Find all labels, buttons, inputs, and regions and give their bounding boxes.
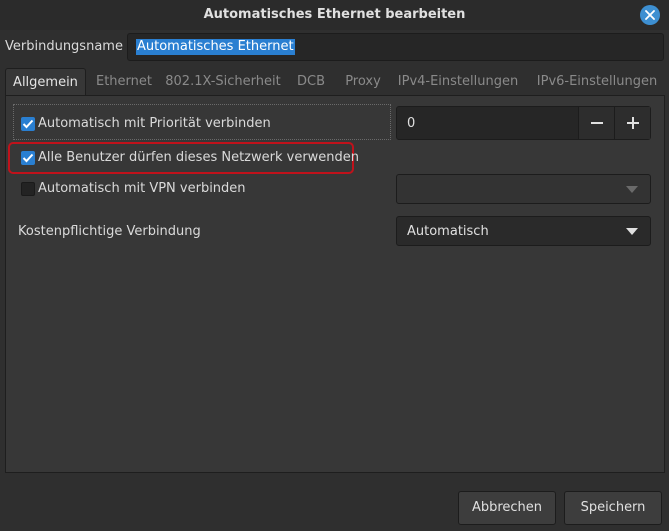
metered-select[interactable]: Automatisch — [396, 216, 651, 246]
tab-ipv6-settings[interactable]: IPv6-Einstellungen — [531, 68, 663, 96]
priority-spinbutton[interactable]: 0 — [396, 106, 651, 140]
vpn-checkbox[interactable] — [21, 182, 35, 196]
cancel-button[interactable]: Abbrechen — [458, 491, 556, 525]
priority-value: 0 — [407, 116, 416, 131]
tab-dcb[interactable]: DCB — [287, 68, 335, 96]
auto-connect-checkbox[interactable] — [21, 117, 35, 131]
window-title: Automatisches Ethernet bearbeiten — [203, 7, 466, 22]
tab-ipv4-settings[interactable]: IPv4-Einstellungen — [393, 68, 523, 96]
connection-name-input[interactable]: Automatisches Ethernet — [127, 33, 664, 61]
checkmark-icon — [22, 153, 34, 163]
tab-allgemein[interactable]: Allgemein — [5, 68, 86, 96]
all-users-checkbox[interactable] — [21, 151, 35, 165]
connection-name-label: Verbindungsname — [5, 39, 123, 54]
minus-icon — [591, 122, 603, 124]
close-button[interactable] — [640, 5, 660, 25]
save-button[interactable]: Speichern — [564, 491, 662, 525]
tab-proxy[interactable]: Proxy — [339, 68, 387, 96]
increment-button[interactable] — [614, 107, 650, 139]
close-icon — [645, 10, 655, 20]
metered-value: Automatisch — [407, 224, 489, 239]
vpn-label: Automatisch mit VPN verbinden — [38, 181, 246, 196]
metered-label: Kostenpflichtige Verbindung — [18, 224, 201, 239]
title-bar: Automatisches Ethernet bearbeiten — [0, 0, 669, 30]
chevron-down-icon — [626, 186, 638, 193]
decrement-button[interactable] — [578, 107, 614, 139]
vpn-select — [396, 174, 651, 204]
all-users-label: Alle Benutzer dürfen dieses Netzwerk ver… — [38, 150, 360, 165]
tab-bar: Allgemein Ethernet 802.1X-Sicherheit DCB… — [5, 68, 665, 96]
chevron-down-icon — [626, 228, 638, 235]
tab-8021x-security[interactable]: 802.1X-Sicherheit — [163, 68, 283, 96]
connection-name-value: Automatisches Ethernet — [136, 39, 295, 55]
plus-icon — [627, 117, 639, 129]
tab-ethernet[interactable]: Ethernet — [89, 68, 159, 96]
checkmark-icon — [22, 119, 34, 129]
auto-connect-label: Automatisch mit Priorität verbinden — [38, 116, 271, 131]
